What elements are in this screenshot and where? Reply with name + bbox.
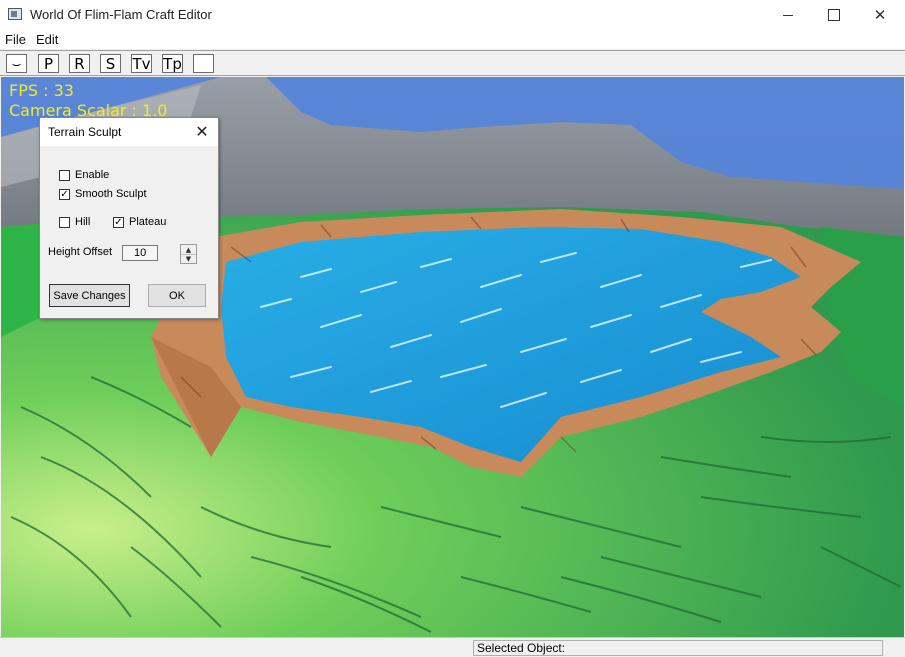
- enable-checkbox[interactable]: Enable: [59, 169, 109, 181]
- toolbar-smiley-button[interactable]: ⌣: [6, 54, 27, 73]
- toolbar: ⌣ P R S Tv Tp: [0, 50, 905, 76]
- save-changes-button[interactable]: Save Changes: [49, 284, 130, 307]
- close-button[interactable]: ✕: [857, 0, 903, 30]
- toolbar-blank-button[interactable]: [193, 54, 214, 73]
- plateau-label: Plateau: [129, 216, 167, 228]
- menu-edit[interactable]: Edit: [36, 32, 58, 47]
- smooth-sculpt-checkbox-box[interactable]: ✓: [59, 188, 70, 200]
- minimize-icon: [783, 14, 793, 16]
- toolbar-p-button[interactable]: P: [38, 54, 59, 73]
- status-bar: Selected Object:: [0, 637, 905, 657]
- toolbar-tp-button[interactable]: Tp: [162, 54, 183, 73]
- hill-checkbox-box[interactable]: [59, 216, 70, 228]
- selected-object-status: Selected Object:: [473, 640, 883, 656]
- hill-checkbox[interactable]: Hill: [59, 216, 90, 228]
- dialog-close-button[interactable]: ✕: [192, 122, 212, 142]
- dialog-title-bar: Terrain Sculpt ✕: [40, 118, 218, 146]
- toolbar-tv-button[interactable]: Tv: [131, 54, 152, 73]
- minimize-button[interactable]: [765, 0, 811, 30]
- enable-label: Enable: [75, 169, 110, 181]
- ok-button[interactable]: OK: [148, 284, 206, 307]
- enable-checkbox-box[interactable]: [59, 169, 70, 181]
- spin-down-icon[interactable]: ▼: [181, 254, 196, 263]
- terrain-sculpt-dialog: Terrain Sculpt ✕ Enable ✓ Smooth Sculpt …: [39, 117, 219, 319]
- maximize-icon: [828, 9, 840, 21]
- close-icon: ✕: [195, 124, 209, 141]
- window-title: World Of Flim-Flam Craft Editor: [30, 7, 212, 22]
- smiley-icon: ⌣: [11, 54, 22, 73]
- toolbar-s-button[interactable]: S: [100, 54, 121, 73]
- close-icon: ✕: [873, 7, 887, 24]
- height-offset-label: Height Offset: [48, 246, 112, 258]
- menu-bar: File Edit: [0, 30, 905, 49]
- maximize-button[interactable]: [811, 0, 857, 30]
- plateau-checkbox[interactable]: ✓ Plateau: [113, 216, 166, 228]
- fps-readout: FPS : 33: [9, 81, 74, 100]
- smooth-sculpt-checkbox[interactable]: ✓ Smooth Sculpt: [59, 188, 147, 200]
- height-offset-spinner[interactable]: ▲ ▼: [180, 244, 197, 264]
- hill-label: Hill: [75, 216, 91, 228]
- app-window-icon: [8, 8, 22, 20]
- title-bar: World Of Flim-Flam Craft Editor ✕: [0, 0, 905, 30]
- dialog-title: Terrain Sculpt: [48, 125, 122, 139]
- plateau-checkbox-box[interactable]: ✓: [113, 216, 124, 228]
- height-offset-field[interactable]: 10: [122, 245, 158, 261]
- menu-file[interactable]: File: [5, 32, 26, 47]
- smooth-sculpt-label: Smooth Sculpt: [75, 188, 147, 200]
- toolbar-r-button[interactable]: R: [69, 54, 90, 73]
